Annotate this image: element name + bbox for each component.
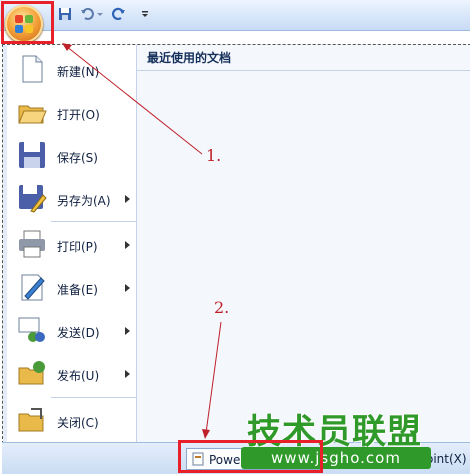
annotation-label-1: 1. [206, 146, 222, 165]
menu-item-close[interactable]: 关闭(C) [9, 401, 136, 441]
menu-item-label: 准备(E) [57, 283, 98, 297]
menu-item-label: 保存(S) [57, 151, 98, 165]
save-as-icon [19, 185, 47, 213]
recent-documents-pane: 最近使用的文档 [137, 45, 470, 443]
send-icon [18, 317, 45, 342]
save-disk-icon [19, 142, 45, 168]
undo-dropdown-icon[interactable] [96, 7, 104, 21]
quick-access-toolbar [0, 0, 470, 31]
menu-item-save[interactable]: 保存(S) [9, 136, 136, 176]
menu-item-label: 打印(P) [57, 240, 98, 254]
menu-separator [51, 221, 136, 222]
menu-item-open[interactable]: 打开(O) [9, 93, 136, 133]
publish-icon [18, 361, 45, 385]
menu-separator [51, 397, 136, 398]
menu-item-label: 发布(U) [57, 369, 100, 383]
prepare-icon [21, 274, 45, 301]
menu-commands: 新建(N) 打开(O) 保存(S) 另存为(A) 打印(P) 准备(E) 发送(… [3, 45, 137, 443]
submenu-arrow-icon [125, 327, 130, 335]
office-window: 新建(N) 打开(O) 保存(S) 另存为(A) 打印(P) 准备(E) 发送(… [0, 0, 470, 474]
undo-icon[interactable] [80, 7, 94, 21]
office-menu: 新建(N) 打开(O) 保存(S) 另存为(A) 打印(P) 准备(E) 发送(… [2, 44, 470, 444]
options-button-highlight [178, 440, 323, 473]
submenu-arrow-icon [125, 241, 130, 249]
menu-item-send[interactable]: 发送(D) [9, 311, 136, 351]
menu-item-label: 打开(O) [57, 108, 100, 122]
submenu-arrow-icon [125, 284, 130, 292]
redo-icon[interactable] [112, 7, 126, 21]
save-icon[interactable] [58, 7, 72, 21]
menu-item-new[interactable]: 新建(N) [9, 50, 136, 90]
office-button-highlight [1, 1, 54, 44]
customize-toolbar-icon[interactable] [140, 7, 150, 21]
open-folder-icon [18, 105, 47, 124]
exit-button-label: oint(X) [426, 452, 467, 466]
menu-item-prepare[interactable]: 准备(E) [9, 268, 136, 308]
close-folder-icon [18, 408, 44, 432]
annotation-label-2: 2. [214, 298, 230, 317]
menu-item-label: 关闭(C) [57, 416, 99, 430]
submenu-arrow-icon [125, 195, 130, 203]
submenu-arrow-icon [125, 370, 130, 378]
menu-item-publish[interactable]: 发布(U) [9, 354, 136, 394]
new-document-icon [22, 55, 43, 83]
menu-item-label: 新建(N) [57, 65, 100, 79]
menu-item-label: 发送(D) [57, 326, 100, 340]
printer-icon [19, 230, 45, 258]
recent-documents-title: 最近使用的文档 [137, 45, 470, 71]
menu-item-save-as[interactable]: 另存为(A) [9, 179, 136, 219]
menu-item-print[interactable]: 打印(P) [9, 225, 136, 265]
menu-item-label: 另存为(A) [57, 194, 111, 208]
